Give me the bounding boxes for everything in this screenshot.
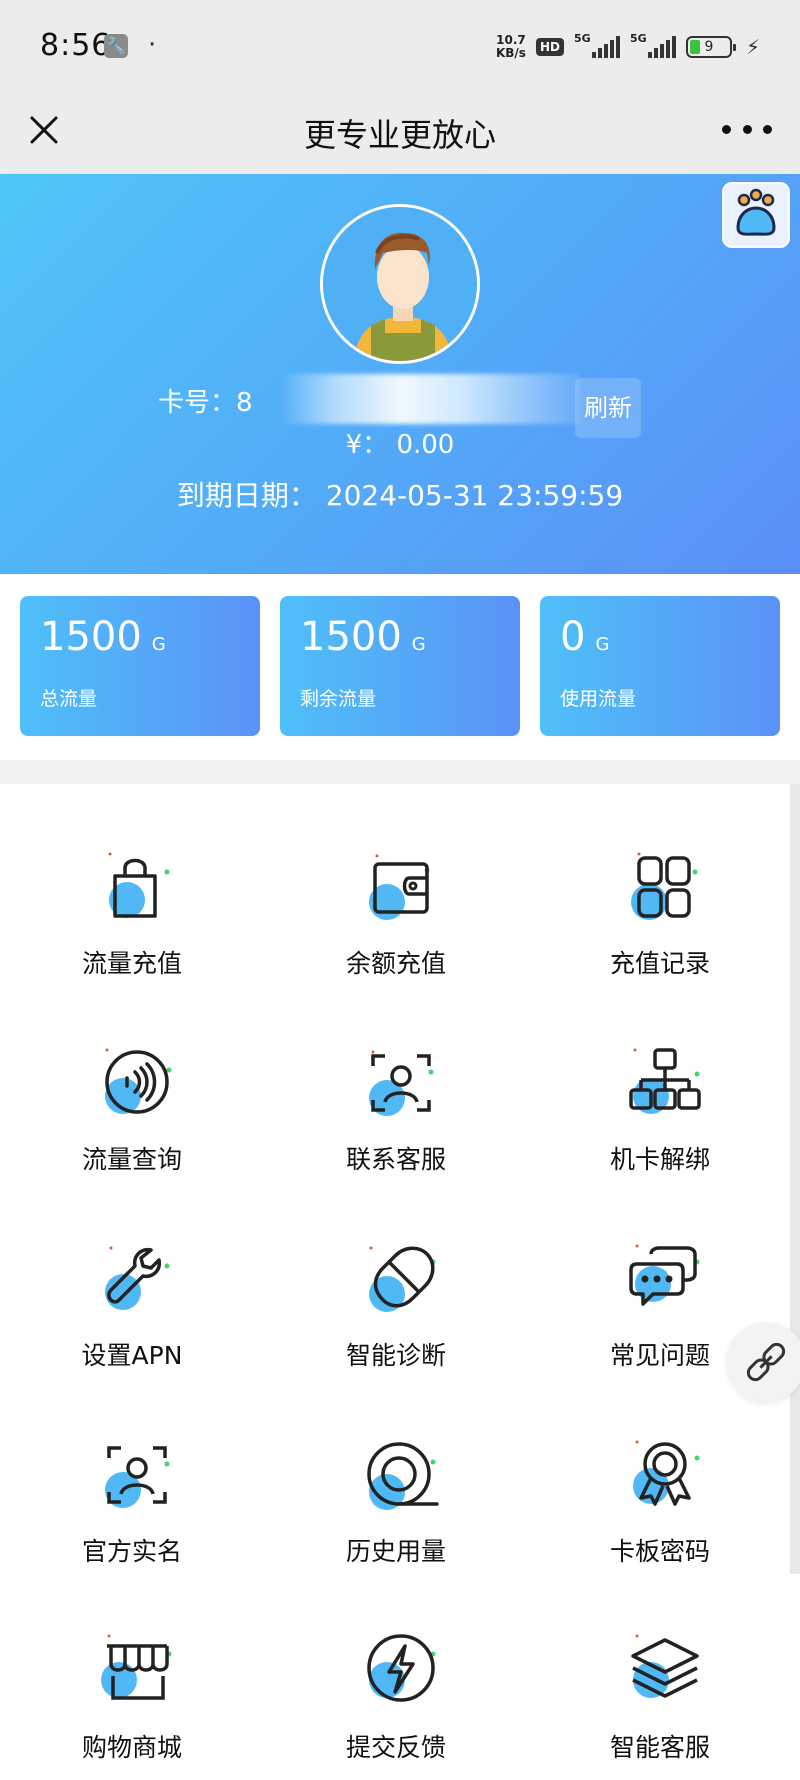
network-speed: 10.7 KB/s [495,33,526,60]
menu-item-real-name[interactable]: 官方实名 [0,1372,264,1568]
scrollbar[interactable] [790,784,800,1574]
menu-item-label: 流量查询 [81,1145,182,1174]
stat-unit: G [595,634,610,655]
more-button[interactable] [722,114,772,144]
hd-icon: HD [535,38,564,56]
menu-item-contact-support[interactable]: 联系客服 [264,980,528,1176]
avatar[interactable] [320,204,480,364]
store-icon [101,1634,172,1700]
menu-item-label: 联系客服 [345,1145,446,1174]
face-scan-icon [369,1050,434,1116]
menu-grid: 流量充值 余额充值 充值记录 流量查询 联系客服 机卡解绑 设置APN 智能诊断… [0,784,790,1780]
usage-stats: 1500 G 总流量 1500 G 剩余流量 0G 使用流量 [0,574,800,760]
id-scan-icon [105,1446,170,1508]
menu-item-unbind[interactable]: 机卡解绑 [528,980,792,1176]
paw-button[interactable] [722,182,790,248]
menu-item-label: 历史用量 [345,1537,446,1566]
stat-card-total[interactable]: 1500 G 总流量 [20,596,260,736]
stat-card-remaining[interactable]: 1500 G 剩余流量 [280,596,520,736]
floating-link-button[interactable] [726,1322,800,1402]
paw-icon [736,188,776,236]
stat-label: 剩余流量 [300,688,377,710]
status-dot: · [148,30,157,60]
menu-item-data-query[interactable]: 流量查询 [0,980,264,1176]
lightning-icon [367,1634,436,1702]
stat-value: 1500 [40,614,142,660]
stat-value: 1500 [300,614,402,660]
charging-icon: ⚡ [745,35,760,59]
user-avatar-icon [323,207,477,361]
menu-item-usage-history[interactable]: 历史用量 [264,1372,528,1568]
menu-item-label: 卡板密码 [609,1537,710,1566]
section-divider [0,760,800,784]
menu-item-label: 智能诊断 [345,1341,446,1370]
shopping-bag-icon [108,852,170,918]
menu-item-data-topup[interactable]: 流量充值 [0,784,264,980]
status-time: 8:56 [40,28,112,63]
stat-card-used[interactable]: 0G 使用流量 [540,596,780,736]
page-title: 更专业更放心 [303,116,496,154]
menu-item-label: 官方实名 [81,1537,182,1566]
expiry-text: 到期日期： 2024-05-31 23:59:59 [176,479,624,512]
menu-item-label: 机卡解绑 [609,1145,710,1174]
stat-label: 使用流量 [560,688,637,710]
menu-item-label: 设置APN [81,1341,183,1370]
award-icon [633,1440,700,1506]
menu-item-label: 充值记录 [609,949,710,978]
menu-item-ai-support[interactable]: 智能客服 [528,1568,792,1764]
card-number-row: 卡号：8 刷新 [0,374,800,438]
grid-icon [631,852,698,920]
menu-item-label: 智能客服 [609,1733,710,1762]
menu-item-diagnosis[interactable]: 智能诊断 [264,1176,528,1372]
menu-item-recharge-history[interactable]: 充值记录 [528,784,792,980]
stat-unit: G [411,634,426,655]
more-dots-icon [722,124,731,134]
menu-item-feedback[interactable]: 提交反馈 [264,1568,528,1764]
menu-item-shop[interactable]: 购物商城 [0,1568,264,1764]
link-icon [746,1342,786,1382]
signal-icon: 5G [630,32,676,58]
status-bar: 8:56 🔧 · 10.7 KB/s HD 5G 5G 9 ⚡ [0,0,800,90]
menu-item-set-apn[interactable]: 设置APN [0,1176,264,1372]
card-number: 卡号：8 [158,388,253,418]
account-header: 卡号：8 刷新 ¥： 0.00 到期日期： 2024-05-31 23:59:5… [0,174,800,574]
menu-item-label: 余额充值 [345,949,446,978]
menu-item-label: 流量充值 [81,949,182,978]
stat-label: 总流量 [40,688,98,710]
card-number-mask [280,374,580,424]
battery-icon: 9 [685,36,736,58]
stat-unit: G [151,634,166,655]
pill-icon [369,1246,436,1312]
wallet-icon [369,854,430,920]
wrench-icon: 🔧 [104,34,128,58]
balance-text: ¥： 0.00 [345,430,455,460]
nfc-icon [105,1048,172,1114]
title-bar: 更专业更放心 [0,90,800,174]
menu-item-label: 购物商城 [81,1733,182,1762]
wrench-icon [105,1246,170,1310]
layers-icon [631,1634,699,1698]
menu-item-balance-topup[interactable]: 余额充值 [264,784,528,980]
tape-icon [367,1442,439,1510]
stat-value: 0 [560,614,586,660]
chat-icon [629,1244,700,1306]
menu-item-label: 提交反馈 [345,1733,446,1762]
status-indicators: 10.7 KB/s HD 5G 5G 9 ⚡ [496,32,760,62]
hierarchy-icon [629,1048,701,1114]
signal-icon: 5G [574,32,620,58]
